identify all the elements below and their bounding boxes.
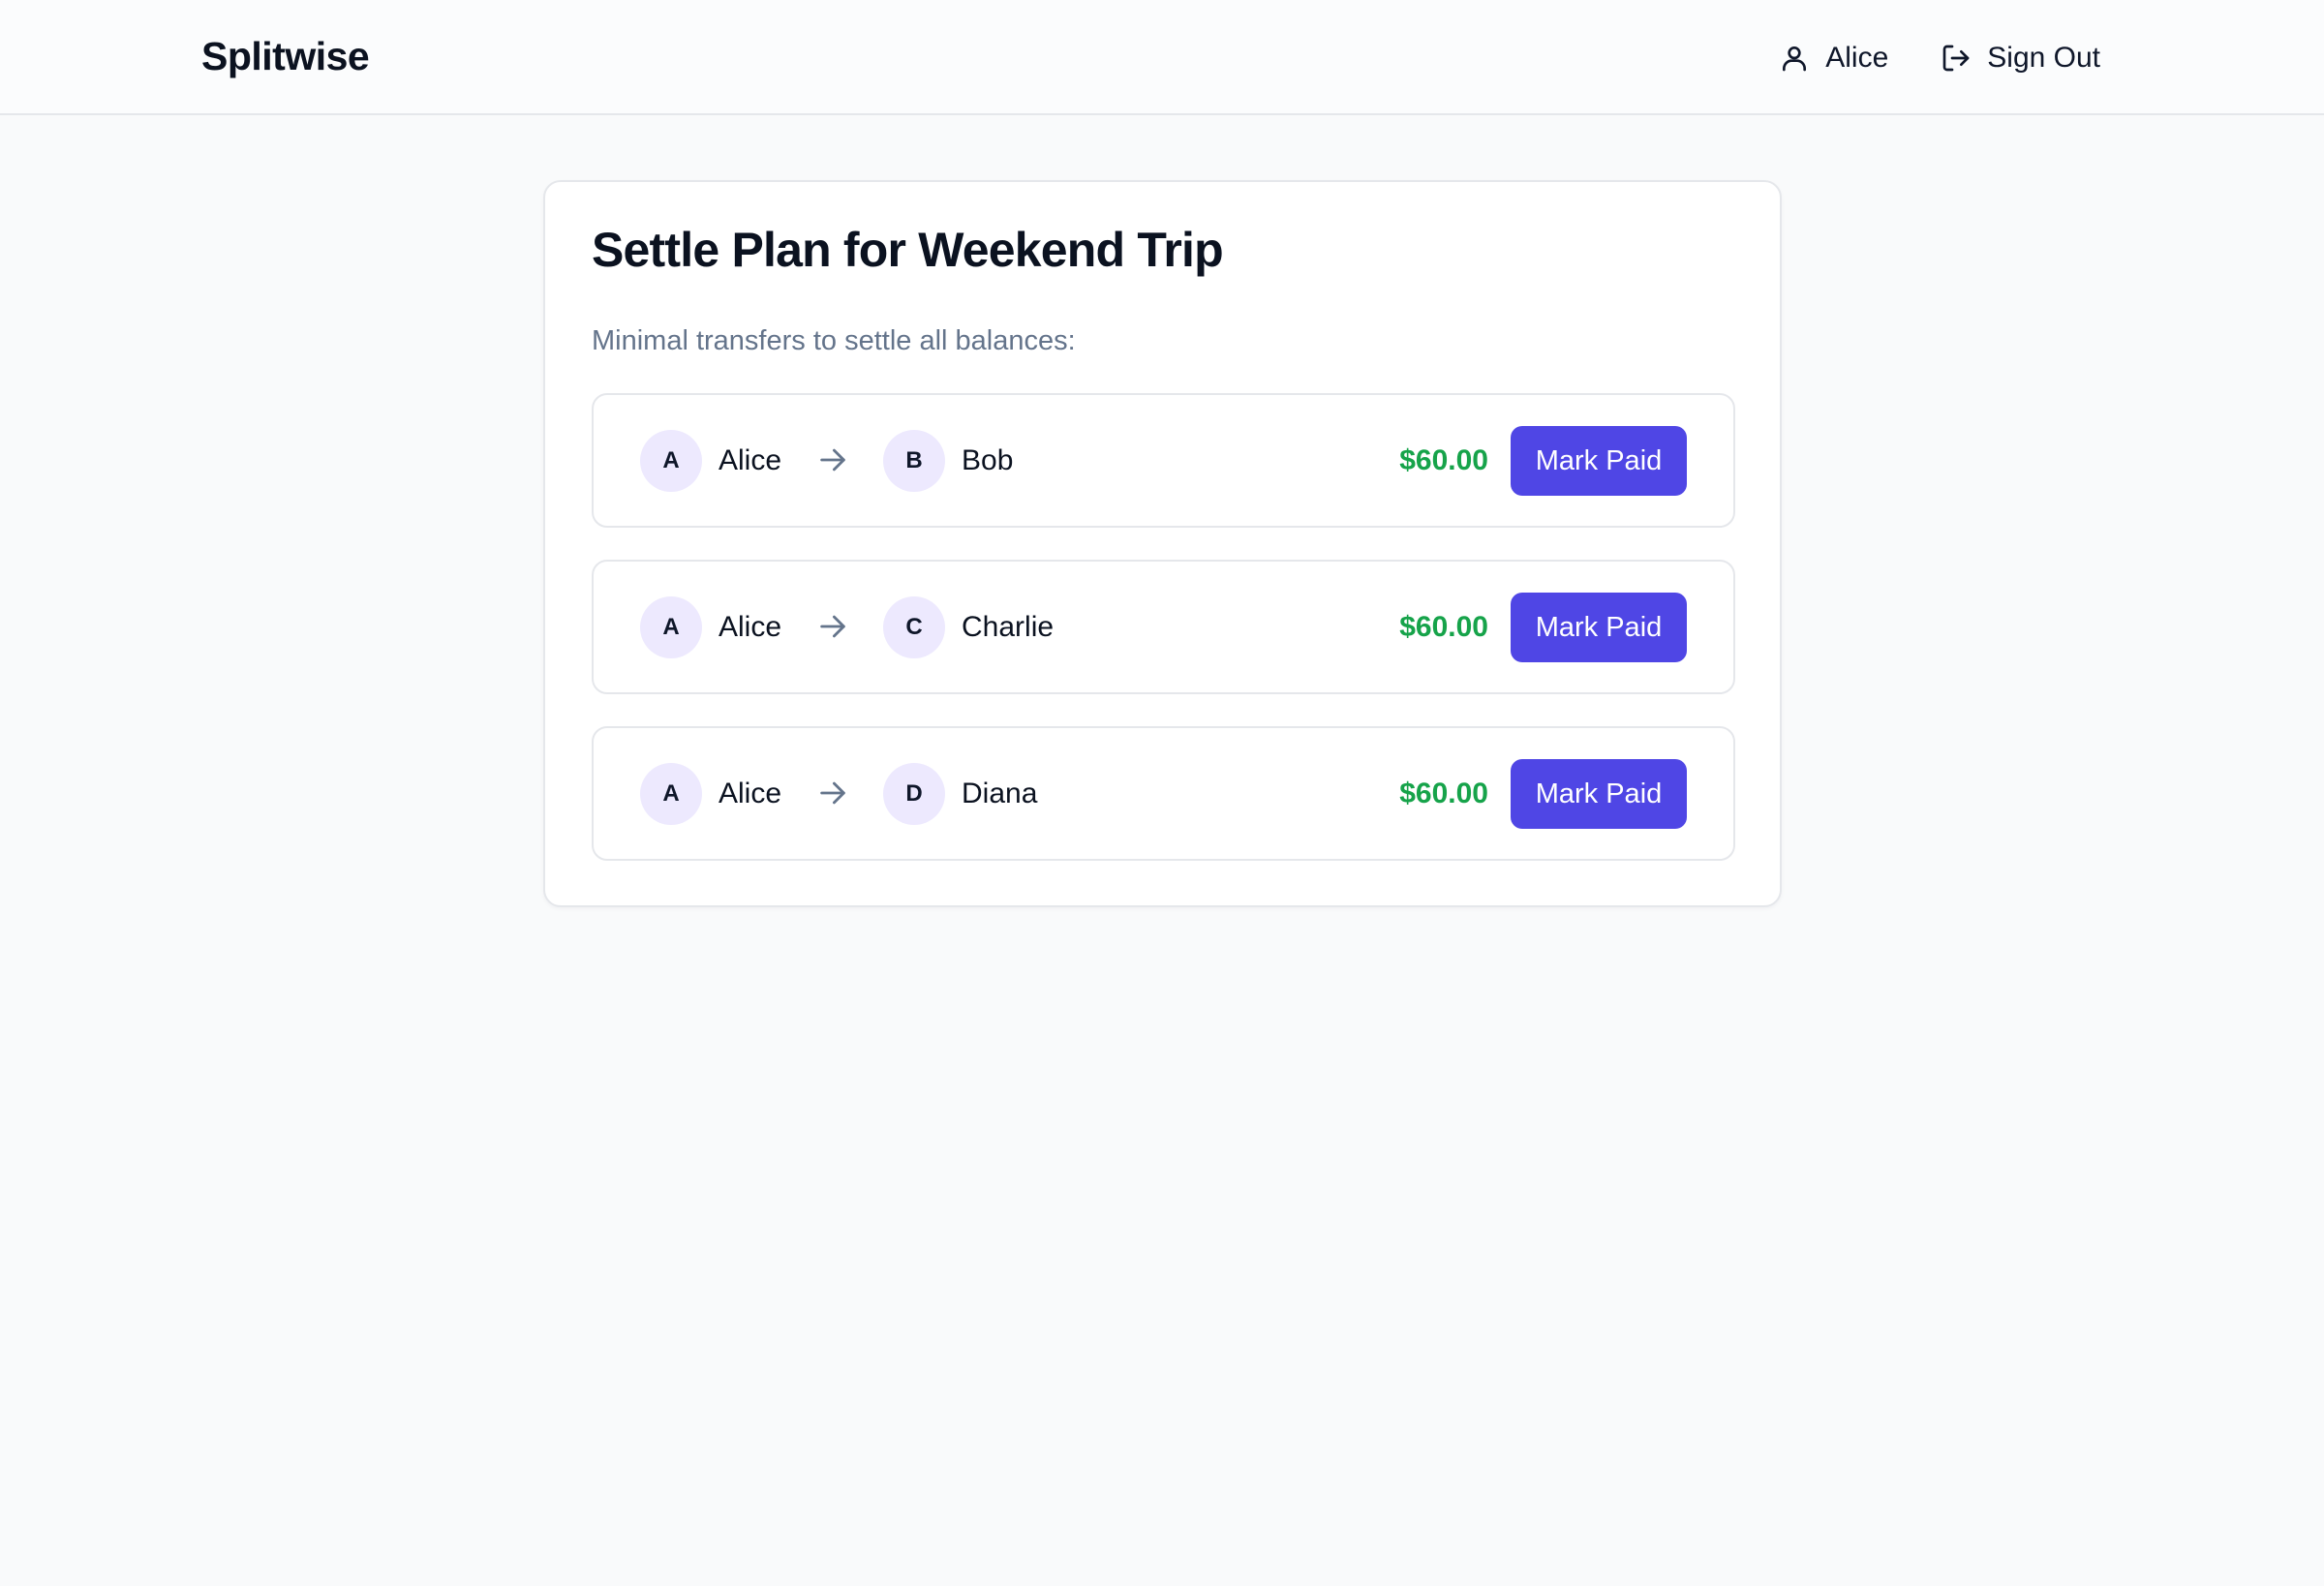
payee: D Diana: [883, 728, 1037, 859]
sign-out-button[interactable]: Sign Out: [1941, 37, 2100, 79]
payee-name: Charlie: [962, 610, 1055, 643]
top-navbar: Splitwise Alice Sign Out: [0, 0, 2324, 115]
page-title: Settle Plan for Weekend Trip: [592, 223, 1224, 277]
settle-plan-card: Settle Plan for Weekend Trip Minimal tra…: [543, 180, 1782, 907]
avatar: D: [883, 762, 945, 825]
brand-logo[interactable]: Splitwise: [201, 31, 370, 81]
transfer-row: A Alice D Diana $60.00 Mark Paid: [592, 726, 1735, 861]
mark-paid-button[interactable]: Mark Paid: [1511, 426, 1687, 496]
mark-paid-button[interactable]: Mark Paid: [1511, 593, 1687, 662]
payee-name: Diana: [962, 777, 1038, 809]
user-icon: [1783, 46, 1807, 72]
avatar: B: [883, 429, 945, 492]
user-menu[interactable]: Alice: [1779, 37, 1888, 79]
arrow-right-icon: [820, 448, 845, 472]
transfer-row: A Alice B Bob $60.00 Mark Paid: [592, 393, 1735, 528]
arrow-right-icon: [820, 615, 845, 638]
payer: A Alice: [640, 395, 781, 526]
arrow-right-icon: [820, 781, 845, 805]
payer-name: Alice: [719, 610, 782, 643]
payer-name: Alice: [719, 443, 782, 476]
sign-out-icon: [1942, 45, 1970, 72]
mark-paid-button[interactable]: Mark Paid: [1511, 759, 1687, 829]
payee: B Bob: [883, 395, 1013, 526]
header-nav: Alice Sign Out: [1779, 37, 2100, 79]
payee-name: Bob: [962, 443, 1014, 476]
transfer-amount: $60.00: [1399, 777, 1488, 809]
transfer-amount: $60.00: [1399, 610, 1488, 643]
avatar: A: [640, 595, 702, 658]
avatar: C: [883, 595, 945, 658]
user-name: Alice: [1825, 42, 1889, 74]
transfer-row: A Alice C Charlie $60.00 Mark Paid: [592, 560, 1735, 694]
transfer-amount: $60.00: [1399, 443, 1488, 476]
payee: C Charlie: [883, 562, 1054, 692]
transfer-list: A Alice B Bob $60.00 Mark Paid A Alice C…: [592, 393, 1735, 893]
payer: A Alice: [640, 562, 781, 692]
avatar: A: [640, 762, 702, 825]
sign-out-label: Sign Out: [1987, 42, 2100, 74]
payer-name: Alice: [719, 777, 782, 809]
settle-subtitle: Minimal transfers to settle all balances…: [592, 325, 1076, 356]
payer: A Alice: [640, 728, 781, 859]
avatar: A: [640, 429, 702, 492]
